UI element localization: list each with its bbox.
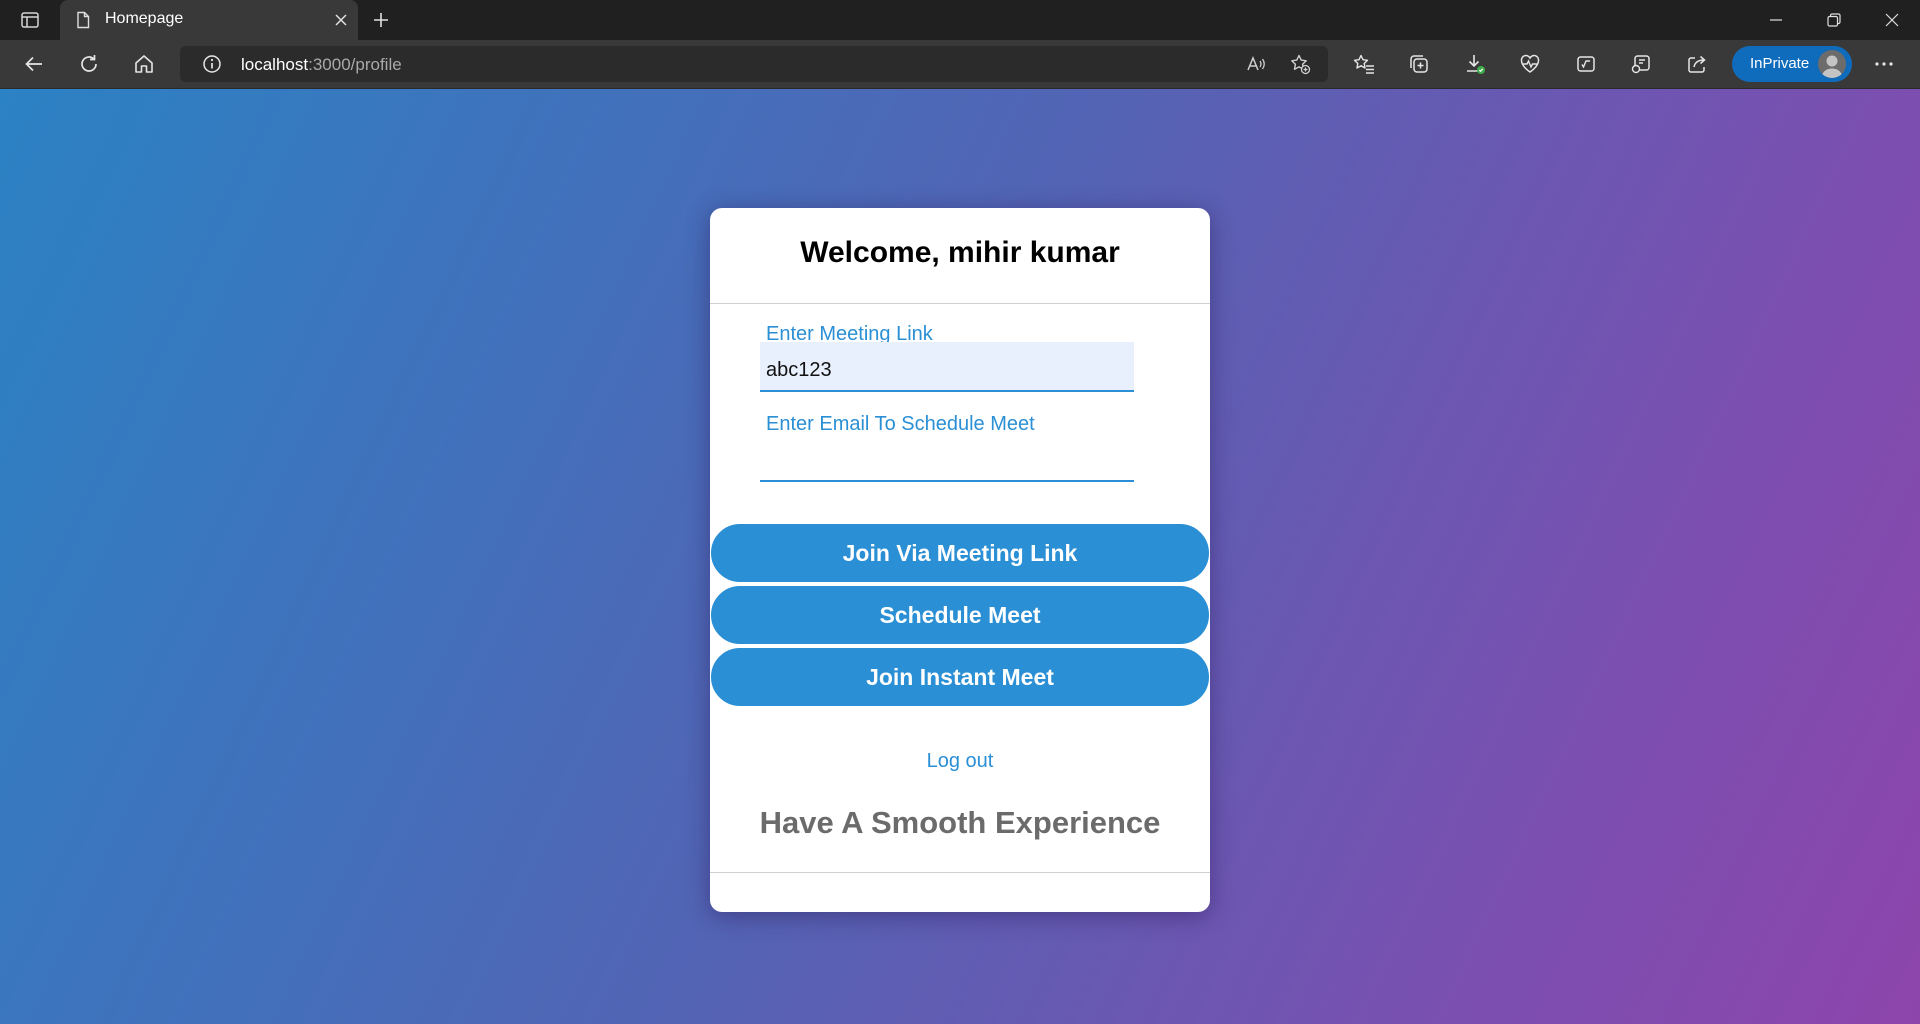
read-aloud-icon[interactable] [1244, 52, 1268, 76]
address-bar[interactable]: localhost:3000/profile [180, 46, 1328, 82]
welcome-heading: Welcome, mihir kumar [800, 236, 1120, 269]
inprivate-label: InPrivate [1750, 55, 1810, 72]
more-options-icon[interactable] [1866, 48, 1902, 80]
document-icon [74, 11, 92, 29]
join-instant-meet-button[interactable]: Join Instant Meet [710, 647, 1210, 707]
divider [710, 303, 1210, 304]
math-solver-icon[interactable] [1568, 48, 1604, 80]
browser-essentials-icon[interactable] [1512, 48, 1548, 80]
url-host: localhost [241, 55, 309, 74]
tagline: Have A Smooth Experience [759, 805, 1161, 840]
schedule-meet-button[interactable]: Schedule Meet [710, 585, 1210, 645]
meeting-link-input[interactable] [760, 342, 1134, 392]
email-input[interactable] [760, 432, 1134, 482]
back-icon[interactable] [16, 48, 52, 80]
collections-icon[interactable] [1401, 48, 1437, 80]
browser-toolbar: localhost:3000/profile InPrivate [0, 40, 1920, 89]
add-favorite-icon[interactable] [1288, 52, 1312, 76]
restore-icon[interactable] [1806, 0, 1862, 40]
url-path: :3000/profile [308, 55, 402, 74]
join-via-link-button[interactable]: Join Via Meeting Link [710, 523, 1210, 583]
minimize-icon[interactable] [1748, 0, 1804, 40]
downloads-icon[interactable] [1457, 48, 1493, 80]
logout-link[interactable]: Log out [710, 750, 1210, 773]
share-icon[interactable] [1679, 48, 1715, 80]
url-text[interactable]: localhost:3000/profile [241, 55, 402, 75]
new-tab-icon[interactable] [366, 6, 396, 34]
active-tab[interactable]: Homepage [60, 0, 358, 40]
tab-strip: Homepage [0, 0, 1920, 40]
favorites-icon[interactable] [1346, 48, 1382, 80]
info-icon[interactable] [202, 54, 222, 74]
profile-card: Welcome, mihir kumar Enter Meeting Link … [710, 208, 1210, 912]
page-background: Welcome, mihir kumar Enter Meeting Link … [0, 89, 1920, 1024]
close-tab-icon[interactable] [330, 9, 352, 31]
app-available-icon[interactable] [1623, 48, 1659, 80]
inprivate-button[interactable]: InPrivate [1732, 46, 1852, 82]
tab-actions-icon[interactable] [14, 8, 46, 32]
divider [710, 872, 1210, 873]
close-window-icon[interactable] [1864, 0, 1920, 40]
home-icon[interactable] [126, 48, 162, 80]
avatar [1818, 50, 1846, 78]
tab-title: Homepage [105, 10, 184, 27]
refresh-icon[interactable] [71, 48, 107, 80]
